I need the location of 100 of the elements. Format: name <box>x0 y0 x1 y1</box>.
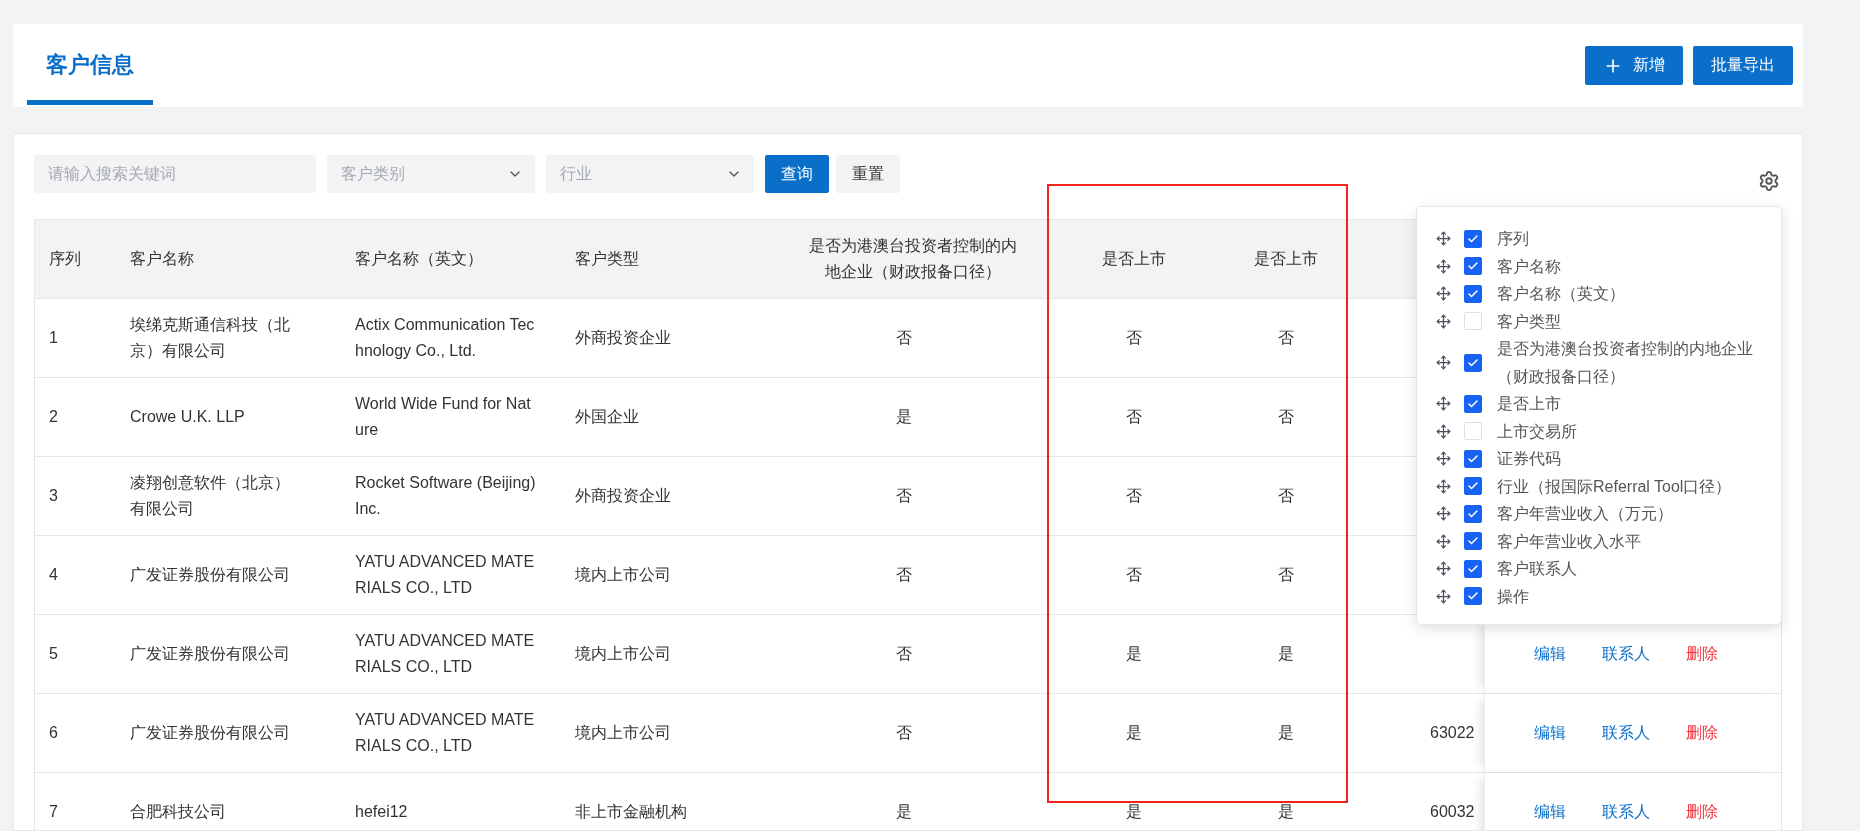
drag-handle-icon[interactable] <box>1436 561 1451 577</box>
column-header: 是否上市 <box>1101 249 1167 269</box>
checkbox[interactable] <box>1464 257 1482 276</box>
table-cell-text: 否 <box>1277 565 1295 585</box>
drag-handle-icon[interactable] <box>1436 355 1451 370</box>
drag-handle-icon[interactable] <box>1436 258 1451 274</box>
table-cell-text: 否 <box>895 565 913 585</box>
column-option-label: 序列 <box>1497 229 1530 249</box>
table-cell-text: 6 <box>48 723 59 743</box>
checkbox[interactable] <box>1464 587 1482 606</box>
column-option-label: 是否为港澳台投资者控制的内地企业（财政报备口径） <box>1497 339 1754 387</box>
check-icon <box>1467 507 1479 520</box>
table-cell-text: 外国企业 <box>574 407 640 427</box>
column-option-label: 客户联系人 <box>1497 559 1578 579</box>
table-cell-text: 外商投资企业 <box>574 486 672 506</box>
search-field[interactable]: 请输入搜索关键词 <box>34 155 316 193</box>
drag-handle-icon[interactable] <box>1436 478 1451 494</box>
table-cell-text: 1 <box>48 328 59 348</box>
column-header: 客户类型 <box>574 249 640 269</box>
checkbox[interactable] <box>1464 559 1482 578</box>
table-cell-text: 凌翔创意软件（北京）有限公司 <box>129 473 291 519</box>
drag-handle-icon[interactable] <box>1436 588 1451 604</box>
column-header: 客户名称（英文） <box>354 249 484 269</box>
drag-handle-icon[interactable] <box>1436 286 1451 302</box>
checkbox[interactable] <box>1464 394 1482 413</box>
delete-link[interactable]: 删除 <box>1663 801 1741 823</box>
column-option-label: 客户年营业收入（万元） <box>1497 504 1674 524</box>
checkbox[interactable] <box>1464 284 1482 303</box>
table-cell-text: 否 <box>895 486 913 506</box>
table-cell-text: 是 <box>1277 644 1295 664</box>
drag-handle-icon[interactable] <box>1436 533 1451 549</box>
table-cell-text: 广发证券股份有限公司 <box>129 644 291 664</box>
table-cell-text: 是 <box>895 407 913 427</box>
checkbox[interactable] <box>1464 477 1482 496</box>
column-option-label: 客户名称（英文） <box>1497 284 1626 304</box>
drag-handle-icon[interactable] <box>1436 313 1451 329</box>
table-cell-text: 是 <box>1277 723 1295 743</box>
drag-handle-icon[interactable] <box>1436 451 1451 467</box>
table-cell-text: Actix Communication Technology Co., Ltd. <box>354 315 536 361</box>
check-icon <box>1467 356 1479 369</box>
delete-link[interactable]: 删除 <box>1663 722 1741 744</box>
table-cell-text: Crowe U.K. LLP <box>129 407 246 427</box>
table-cell-text: 否 <box>1277 328 1295 348</box>
table-cell-text: YATU ADVANCED MATERIALS CO., LTD <box>354 710 536 756</box>
checkbox[interactable] <box>1464 532 1482 551</box>
table-cell-text: 2 <box>48 407 59 427</box>
table-cell-text: World Wide Fund for Nature <box>354 394 532 440</box>
action-link[interactable]: 联系人 <box>1587 722 1665 744</box>
drag-handle-icon[interactable] <box>1436 506 1451 522</box>
column-option-label: 客户类型 <box>1497 311 1562 332</box>
table-cell-text: 否 <box>1277 407 1295 427</box>
reset-button[interactable]: 重置 <box>836 155 900 193</box>
table-cell-text: 外商投资企业 <box>574 328 672 348</box>
search-button[interactable]: 查询 <box>765 155 829 193</box>
column-option-label: 客户名称 <box>1497 256 1562 277</box>
table-cell-text: 60032 <box>1429 802 1476 822</box>
table-cell-text: 是 <box>895 802 913 822</box>
table-cell-text: 境内上市公司 <box>574 565 672 585</box>
settings-icon[interactable] <box>1758 170 1780 192</box>
table-cell-text: YATU ADVANCED MATERIALS CO., LTD <box>354 631 536 677</box>
drag-handle-icon[interactable] <box>1436 423 1451 439</box>
table-cell-text: 否 <box>1277 486 1295 506</box>
check-icon <box>1467 452 1479 465</box>
drag-handle-icon[interactable] <box>1436 396 1451 412</box>
page-tab[interactable]: 客户信息 <box>27 24 153 105</box>
table-cell-text: Rocket Software (Beijing) Inc. <box>354 473 537 519</box>
column-header: 是否为港澳台投资者控制的内地企业（财政报备口径） <box>808 236 1018 282</box>
checkbox[interactable] <box>1464 353 1482 372</box>
column-header: 是否上市 <box>1253 249 1319 269</box>
action-link[interactable]: 编辑 <box>1511 722 1589 744</box>
action-link[interactable]: 编辑 <box>1511 643 1589 665</box>
action-link[interactable]: 联系人 <box>1587 801 1665 823</box>
column-header: 客户名称 <box>129 249 195 269</box>
table-cell-text: 否 <box>1125 407 1143 427</box>
table-cell-text: 否 <box>895 328 913 348</box>
column-option-label: 行业（报国际Referral Tool口径） <box>1497 476 1733 497</box>
table-cell-text: 4 <box>48 565 59 585</box>
table-cell-text: hefei12 <box>354 802 409 822</box>
delete-link[interactable]: 删除 <box>1663 643 1741 665</box>
checkbox[interactable] <box>1464 449 1482 468</box>
checkbox[interactable] <box>1464 229 1482 248</box>
check-icon <box>1467 287 1479 300</box>
checkbox[interactable] <box>1464 504 1482 523</box>
table-cell-text: 5 <box>48 644 59 664</box>
table-cell-text: 境内上市公司 <box>574 644 672 664</box>
table-cell-text: 是 <box>1125 723 1143 743</box>
action-link[interactable]: 联系人 <box>1587 643 1665 665</box>
table-cell-text: 是 <box>1277 802 1295 822</box>
table-cell-text: 否 <box>895 644 913 664</box>
table-cell-text: 否 <box>1125 486 1143 506</box>
column-option-label: 证券代码 <box>1497 449 1562 469</box>
action-link[interactable]: 编辑 <box>1511 801 1589 823</box>
table-cell-text: 合肥科技公司 <box>129 802 227 822</box>
table-cell-text: 广发证券股份有限公司 <box>129 723 291 743</box>
add-button[interactable]: 新增 <box>1585 46 1683 85</box>
table-cell-text: 63022 <box>1429 723 1476 743</box>
table-cell-text: 非上市金融机构 <box>574 802 688 822</box>
export-button[interactable]: 批量导出 <box>1693 46 1793 85</box>
table-cell-text: 境内上市公司 <box>574 723 672 743</box>
drag-handle-icon[interactable] <box>1436 231 1451 247</box>
